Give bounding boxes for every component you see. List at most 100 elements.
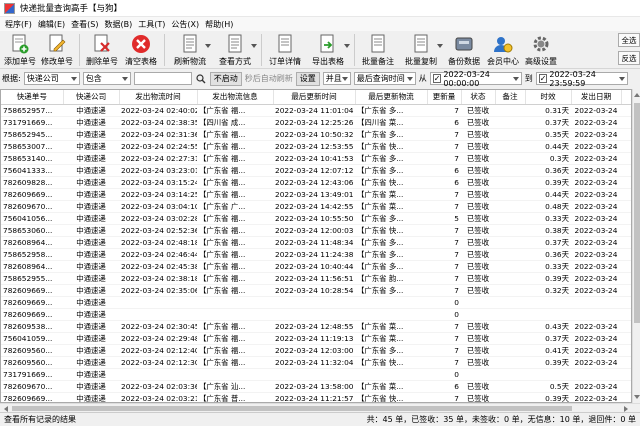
menu-notice[interactable]: 公告(X) [168,19,202,30]
batch-copy-button[interactable]: 批量复制 [398,31,444,68]
settings-button[interactable]: 设置 [295,71,320,86]
table-row[interactable]: 782609669... 中通速递 0 [1,308,631,321]
cell-company: 中通速递 [63,368,119,381]
chevron-down-icon[interactable] [344,44,350,48]
table-row[interactable]: 758652945... 中通速递 2022-03-24 02:31:36 【广东省 … [1,128,631,141]
cell-update-count: 7 [427,392,461,402]
table-row[interactable]: 782609560... 中通速递 2022-03-24 02:12:30 【广东省 … [1,356,631,369]
keyword-input[interactable] [133,72,192,85]
table-row[interactable]: 782609669... 中通速递 2022-03-24 02:03:21 【广东省 … [1,392,631,402]
col-company[interactable]: 快递公司 [63,90,120,105]
edit-order-button[interactable]: 修改单号 [38,31,76,68]
table-row[interactable]: 758653060... 中通速递 2022-03-24 02:52:36 【广东省 … [1,224,631,237]
scroll-down-icon[interactable] [634,393,640,401]
cell-note [495,248,525,261]
table-row[interactable]: 758652958... 中通速递 2022-03-24 02:46:44 【广东省 … [1,248,631,261]
table-row[interactable]: 731791669... 中通速递 2022-03-24 02:38:35 【四川省 … [1,116,631,129]
col-last-update-info[interactable]: 最后更新物流 [355,90,428,105]
add-order-button[interactable]: 添加单号 [2,31,38,68]
view-mode-button[interactable]: 查看方式 [212,31,258,68]
menu-tools[interactable]: 工具(T) [135,19,168,30]
col-sent-time[interactable]: 发出物流时间 [119,90,198,105]
invert-selection-button[interactable]: 反选 [618,51,640,65]
select-all-button[interactable]: 全选 [618,33,640,47]
menu-help[interactable]: 帮助(H) [202,19,236,30]
field-select[interactable]: 快递公司 [23,72,80,85]
scroll-right-icon[interactable] [622,405,630,412]
col-update-count[interactable]: 更新量 [427,90,462,105]
to-checkbox[interactable]: ✓ [538,74,548,83]
col-sent-date[interactable]: 发出日期 [571,90,622,105]
table-row[interactable]: 782608964... 中通速递 2022-03-24 02:45:38 【广东省 … [1,260,631,273]
cell-tracking-number: 758652957... [1,104,63,117]
search-icon[interactable] [195,72,207,85]
match-select[interactable]: 包含 [82,72,131,85]
cell-overflow [621,308,631,321]
menu-data[interactable]: 数据(B) [101,19,135,30]
table-row[interactable]: 782609538... 中通速递 2022-03-24 02:30:45 【广东省 … [1,320,631,333]
menu-view[interactable]: 查看(S) [68,19,101,30]
table-row[interactable]: 782609670... 中通速递 2022-03-24 02:03:36 【广东省 … [1,380,631,393]
cell-note [495,356,525,369]
horizontal-scrollbar[interactable] [0,403,640,412]
table-row[interactable]: 782609560... 中通速递 2022-03-24 02:12:40 【广东省 … [1,344,631,357]
delete-order-button[interactable]: 删除单号 [83,31,121,68]
cell-sent-date: 2022-03-24 [571,116,621,129]
batch-note-button[interactable]: 批量备注 [358,31,398,68]
cell-sent-time: 2022-03-24 02:27:31 [119,152,197,165]
backup-data-button[interactable]: 备份数据 [444,31,484,68]
vertical-scrollbar[interactable] [632,89,640,403]
cell-last-update-info: 【广东省 快... [355,176,427,189]
table-row[interactable]: 782609669... 中通速递 2022-03-24 03:14:25 【广东省 … [1,188,631,201]
cell-duration: 0.33天 [525,260,571,273]
table-row[interactable]: 782609669... 中通速递 0 [1,296,631,309]
vertical-scroll-thumb[interactable] [634,103,640,323]
app-icon [4,2,15,14]
clear-table-button[interactable]: 清空表格 [121,31,161,68]
toolbar-separator [261,34,262,66]
from-datetime-picker[interactable]: ✓ 2022-03-24 00:00:00 [429,70,522,88]
cell-company: 中通速递 [63,116,119,129]
table-row[interactable]: 756041059... 中通速递 2022-03-24 02:29:48 【广东省 … [1,332,631,345]
menu-program[interactable]: 程序(F) [2,19,35,30]
cell-last-update-info: 【广东省 多... [355,164,427,177]
cell-duration: 0.39天 [525,272,571,285]
logic-select[interactable]: 并且 [322,72,351,85]
from-checkbox[interactable]: ✓ [432,74,442,83]
table-row[interactable]: 756041056... 中通速递 2022-03-24 03:02:28 【广东省 … [1,212,631,225]
table-row[interactable]: 731791669... 中通速递 0 [1,368,631,381]
start-auto-refresh-button[interactable]: 不启动 [209,71,242,86]
menu-edit[interactable]: 编辑(E) [35,19,68,30]
refresh-logistics-button[interactable]: 刷新物流 [168,31,212,68]
to-datetime-picker[interactable]: ✓ 2022-03-24 23:59:59 [535,70,628,88]
member-center-button[interactable]: 会员中心 [484,31,522,68]
table-row[interactable]: 758652957... 中通速递 2022-03-24 02:40:02 【广东省 … [1,104,631,117]
table-row[interactable]: 756041333... 中通速递 2022-03-24 03:23:01 【广东省 … [1,164,631,177]
table-row[interactable]: 782608964... 中通速递 2022-03-24 02:48:18 【广东省 … [1,236,631,249]
col-duration[interactable]: 时效 [525,90,572,105]
cell-last-update-info: 【广东省 菜... [355,188,427,201]
table-row[interactable]: 782609828... 中通速递 2022-03-24 03:15:24 【广东省 … [1,176,631,189]
col-sent-info[interactable]: 发出物流信息 [197,90,274,105]
advanced-settings-button[interactable]: 高级设置 [522,31,560,68]
chevron-down-icon[interactable] [251,44,257,48]
order-detail-button[interactable]: 订单详情 [265,31,305,68]
time-field-select[interactable]: 最后查询时间 [353,72,416,85]
table-row[interactable]: 758653140... 中通速递 2022-03-24 02:27:31 【广东省 … [1,152,631,165]
chevron-down-icon[interactable] [205,44,211,48]
scroll-up-icon[interactable] [634,91,640,99]
horizontal-scroll-thumb[interactable] [12,406,572,411]
col-tracking-number[interactable]: 快递单号 [1,90,64,105]
chevron-down-icon[interactable] [437,44,443,48]
col-note[interactable]: 备注 [495,90,526,105]
cell-note [495,344,525,357]
table-row[interactable]: 758652955... 中通速递 2022-03-24 02:38:18 【广东省 … [1,272,631,285]
cell-sent-info: 【广东省 广... [197,200,273,213]
export-table-button[interactable]: 导出表格 [305,31,351,68]
table-row[interactable]: 782609670... 中通速递 2022-03-24 03:04:10 【广东省 … [1,200,631,213]
col-status[interactable]: 状态 [461,90,496,105]
col-last-update-time[interactable]: 最后更新时间 [273,90,356,105]
table-row[interactable]: 758653007... 中通速递 2022-03-24 02:24:55 【广东省 … [1,140,631,153]
scroll-left-icon[interactable] [2,405,10,412]
table-row[interactable]: 782609669... 中通速递 2022-03-24 02:35:06 【广东省 … [1,284,631,297]
